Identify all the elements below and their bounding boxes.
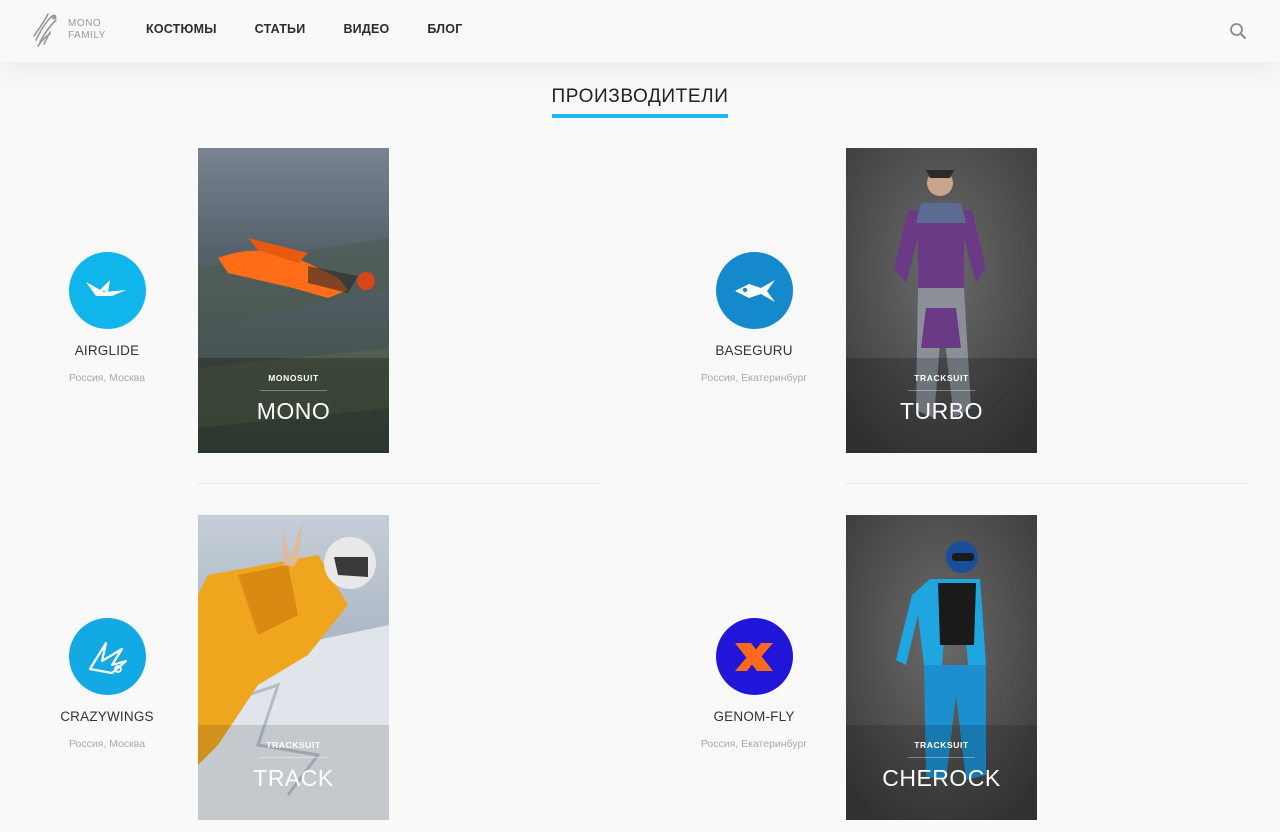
airglide-logo-icon bbox=[68, 252, 146, 329]
suit-type: MONOSUIT bbox=[268, 373, 319, 383]
suit-divider bbox=[260, 390, 327, 391]
suit-name: TURBO bbox=[900, 398, 983, 424]
suit-name: CHEROCK bbox=[882, 765, 1001, 791]
section-title-text: ПРОИЗВОДИТЕЛИ bbox=[551, 86, 729, 118]
skydiver-logo-icon bbox=[33, 13, 57, 47]
manufacturer-location: Россия, Москва bbox=[68, 738, 146, 750]
suit-divider bbox=[908, 757, 975, 758]
suit-card-turbo[interactable]: TRACKSUIT TURBO bbox=[846, 148, 1037, 453]
nav-item-video[interactable]: ВИДЕО bbox=[343, 22, 389, 36]
suit-card-track[interactable]: TRACKSUIT TRACK bbox=[198, 515, 389, 820]
manufacturer-name: AIRGLIDE bbox=[74, 343, 140, 358]
crazywings-logo-icon bbox=[68, 618, 146, 695]
manufacturer-location: Россия, Москва bbox=[68, 372, 146, 384]
logo-text: MONO FAMILY bbox=[68, 18, 106, 42]
logo-line-2: FAMILY bbox=[68, 30, 106, 41]
suit-type: TRACKSUIT bbox=[914, 373, 969, 383]
nav-item-articles[interactable]: СТАТЬИ bbox=[255, 22, 306, 36]
nav-item-blog[interactable]: БЛОГ bbox=[427, 22, 462, 36]
manufacturer-name: CRAZYWINGS bbox=[60, 709, 154, 724]
manufacturer-location: Россия, Екатеринбург bbox=[700, 738, 808, 750]
suit-name: MONO bbox=[256, 398, 331, 424]
suit-name: TRACK bbox=[253, 765, 334, 791]
search-icon[interactable] bbox=[1229, 22, 1247, 40]
genomfly-logo-icon bbox=[715, 618, 793, 695]
manufacturer-airglide[interactable]: AIRGLIDE Россия, Москва bbox=[32, 252, 182, 384]
nav-item-costumes[interactable]: КОСТЮМЫ bbox=[146, 22, 217, 36]
suit-card-mono[interactable]: MONOSUIT MONO bbox=[198, 148, 389, 453]
manufacturer-baseguru[interactable]: BASEGURU Россия, Екатеринбург bbox=[679, 252, 829, 384]
manufacturer-genom-fly[interactable]: GENOM-FLY Россия, Екатеринбург bbox=[679, 618, 829, 750]
suit-type: TRACKSUIT bbox=[914, 740, 969, 750]
suit-divider bbox=[260, 757, 327, 758]
baseguru-logo-icon bbox=[715, 252, 793, 329]
suit-type: TRACKSUIT bbox=[266, 740, 321, 750]
manufacturer-name: GENOM-FLY bbox=[713, 709, 795, 724]
section-title: ПРОИЗВОДИТЕЛИ bbox=[0, 86, 1280, 118]
manufacturer-crazywings[interactable]: CRAZYWINGS Россия, Москва bbox=[32, 618, 182, 750]
row-divider-left bbox=[198, 483, 600, 484]
logo[interactable]: MONO FAMILY bbox=[30, 10, 106, 50]
row-divider-right bbox=[846, 483, 1248, 484]
manufacturer-location: Россия, Екатеринбург bbox=[700, 372, 808, 384]
logo-line-1: MONO bbox=[68, 18, 102, 29]
main-nav: КОСТЮМЫ СТАТЬИ ВИДЕО БЛОГ bbox=[146, 22, 500, 36]
suit-card-cherock[interactable]: TRACKSUIT CHEROCK bbox=[846, 515, 1037, 820]
suit-divider bbox=[908, 390, 975, 391]
header: MONO FAMILY КОСТЮМЫ СТАТЬИ ВИДЕО БЛОГ bbox=[0, 0, 1280, 62]
manufacturer-name: BASEGURU bbox=[715, 343, 793, 358]
